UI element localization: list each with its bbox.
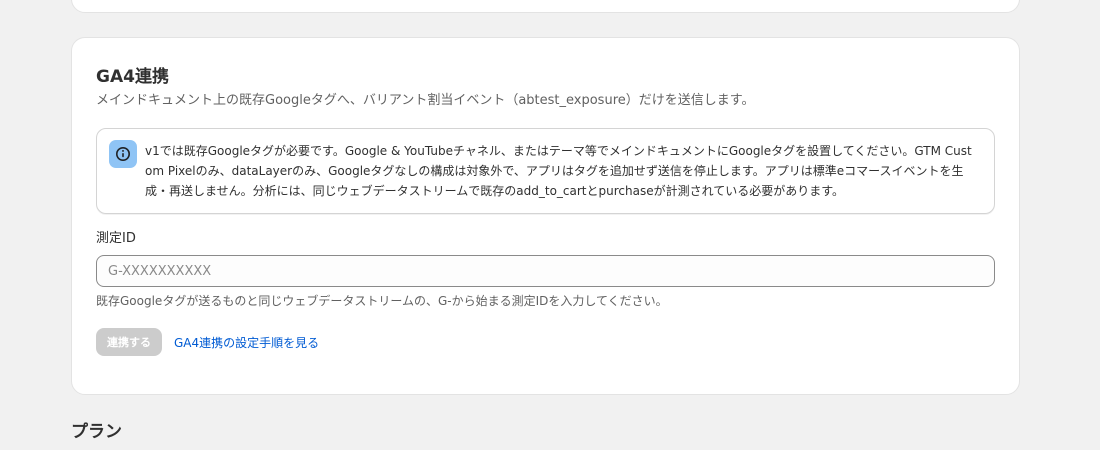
measurement-id-help: 既存Googleタグが送るものと同じウェブデータストリームの、G-から始まる測定… [96,294,668,308]
ga4-actions: 連携する GA4連携の設定手順を見る [96,328,995,356]
plan-section-title: プラン [71,422,122,442]
measurement-id-label: 測定ID [96,231,136,246]
info-banner-text: v1では既存Googleタグが必要です。Google & YouTubeチャネル… [145,144,972,198]
info-banner: v1では既存Googleタグが必要です。Google & YouTubeチャネル… [96,128,995,214]
previous-section-card [71,0,1020,13]
info-icon [109,140,137,168]
ga4-section-description: メインドキュメント上の既存Googleタグへ、バリアント割当イベント（abtes… [96,93,755,108]
connect-button[interactable]: 連携する [96,328,162,356]
ga4-setup-guide-link[interactable]: GA4連携の設定手順を見る [174,334,319,351]
measurement-id-input[interactable] [96,255,995,287]
ga4-integration-card: GA4連携 メインドキュメント上の既存Googleタグへ、バリアント割当イベント… [71,37,1020,395]
ga4-section-title: GA4連携 [96,67,169,87]
